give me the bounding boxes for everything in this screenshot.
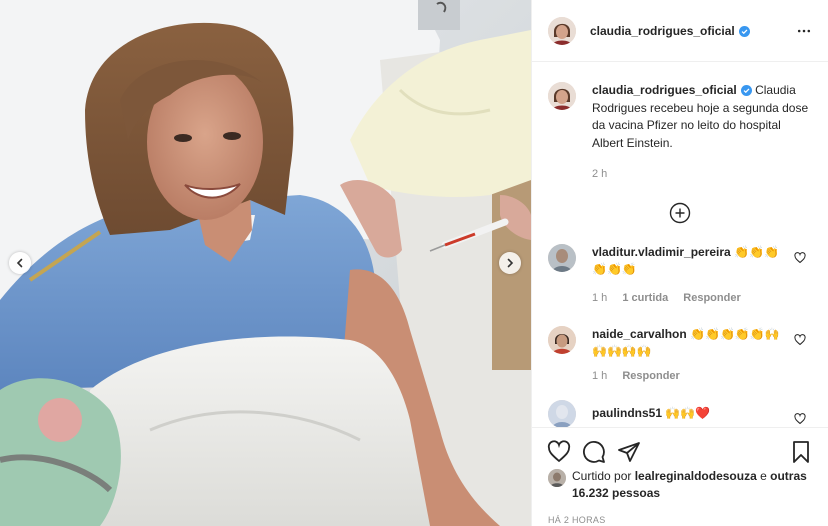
action-bar xyxy=(532,428,828,468)
next-photo-button[interactable] xyxy=(499,252,521,274)
more-options-button[interactable] xyxy=(794,21,814,41)
liker-avatar[interactable] xyxy=(548,469,566,487)
post-header: claudia_rodrigues_oficial xyxy=(532,0,828,62)
comment-item: vladitur.vladimir_pereira 👏👏👏👏👏👏 1 h 1 c… xyxy=(532,243,828,307)
save-button[interactable] xyxy=(788,439,814,465)
comment-item: naide_carvalhon 👏👏👏👏👏🙌🙌🙌🙌🙌 1 h Responder xyxy=(532,325,828,385)
instagram-post: claudia_rodrigues_oficial claudia_rodrig… xyxy=(0,0,828,526)
avatar[interactable] xyxy=(548,82,576,110)
heart-icon[interactable] xyxy=(794,412,806,425)
comment-item: paulindns51 🙌🙌❤️ xyxy=(532,399,828,427)
likes-prefix: Curtido por xyxy=(572,469,632,483)
commenter-username[interactable]: vladitur.vladimir_pereira xyxy=(592,245,731,259)
post-actions: Curtido por lealreginaldodesouza e outra… xyxy=(532,427,828,526)
post-photo[interactable] xyxy=(0,0,531,526)
caption-time[interactable]: 2 h xyxy=(592,168,607,180)
comment-icon xyxy=(583,441,605,463)
commenter-avatar[interactable] xyxy=(548,243,576,272)
profile-photo xyxy=(548,82,576,110)
load-more-comments[interactable] xyxy=(532,202,828,224)
comments-section[interactable]: claudia_rodrigues_oficial Claudia Rodrig… xyxy=(532,63,828,427)
comment-likes[interactable]: 1 curtida xyxy=(622,292,668,304)
previous-photo-button[interactable] xyxy=(9,252,31,274)
heart-icon[interactable] xyxy=(794,251,806,264)
heart-icon xyxy=(547,440,571,463)
commenter-avatar[interactable] xyxy=(548,399,576,427)
post-side-panel: claudia_rodrigues_oficial claudia_rodrig… xyxy=(531,0,828,526)
chevron-left-icon xyxy=(16,258,23,268)
comment-time[interactable]: 1 h xyxy=(592,292,607,304)
caption-username[interactable]: claudia_rodrigues_oficial xyxy=(592,83,737,97)
share-button[interactable] xyxy=(616,439,642,465)
load-more-comments-icon[interactable] xyxy=(669,202,691,224)
post-timestamp[interactable]: HÁ 2 HORAS xyxy=(532,502,828,525)
reply-button[interactable]: Responder xyxy=(683,292,740,304)
reply-button[interactable]: Responder xyxy=(622,370,679,382)
verified-badge-icon xyxy=(740,85,752,96)
likes-connector: e xyxy=(760,469,767,483)
heart-icon[interactable] xyxy=(794,333,806,346)
liker-username[interactable]: lealreginaldodesouza xyxy=(635,469,757,483)
commenter-username[interactable]: naide_carvalhon xyxy=(592,327,687,341)
post-image xyxy=(0,0,531,526)
post-caption: claudia_rodrigues_oficial Claudia Rodrig… xyxy=(532,63,828,184)
verified-badge-icon xyxy=(738,25,750,37)
post-author-username[interactable]: claudia_rodrigues_oficial xyxy=(590,24,750,38)
commenter-username[interactable]: paulindns51 xyxy=(592,406,662,420)
commenter-avatar[interactable] xyxy=(548,325,576,354)
like-button[interactable] xyxy=(546,439,572,465)
bookmark-icon xyxy=(793,441,809,463)
likes-summary: Curtido por lealreginaldodesouza e outra… xyxy=(532,468,828,502)
more-options-icon xyxy=(797,29,811,32)
comment-button[interactable] xyxy=(581,439,607,465)
chevron-right-icon xyxy=(507,258,514,268)
comment-time[interactable]: 1 h xyxy=(592,370,607,382)
avatar[interactable] xyxy=(548,16,576,45)
share-icon xyxy=(618,442,640,462)
comment-text: 🙌🙌❤️ xyxy=(665,405,711,420)
profile-photo xyxy=(548,16,576,45)
